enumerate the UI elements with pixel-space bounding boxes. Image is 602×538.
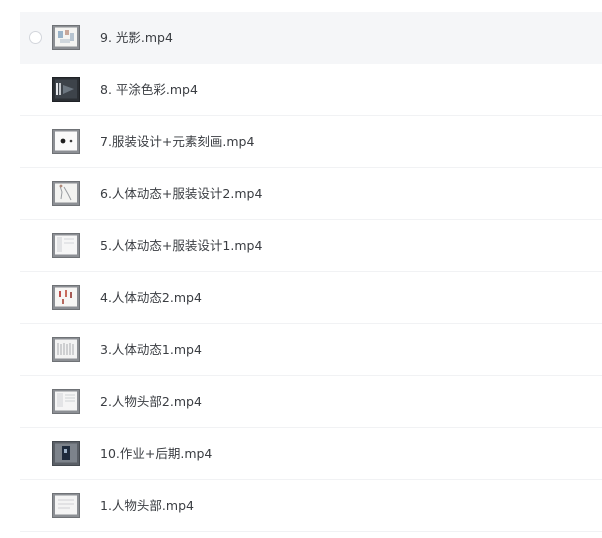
file-name[interactable]: 2.人物头部2.mp4	[100, 376, 202, 428]
file-name[interactable]: 5.人体动态+服装设计1.mp4	[100, 220, 262, 272]
file-name[interactable]: 7.服装设计+元素刻画.mp4	[100, 116, 254, 168]
file-name[interactable]: 3.人体动态1.mp4	[100, 324, 202, 376]
video-thumbnail-icon	[52, 493, 80, 518]
file-list: 9. 光影.mp4 8. 平涂色彩.mp4 7.服装设计+元素刻画.mp4 6.…	[20, 12, 602, 532]
file-row[interactable]: 7.服装设计+元素刻画.mp4	[20, 116, 602, 168]
file-row[interactable]: 1.人物头部.mp4	[20, 480, 602, 532]
file-row[interactable]: 9. 光影.mp4	[20, 12, 602, 64]
file-row[interactable]: 10.作业+后期.mp4	[20, 428, 602, 480]
file-row[interactable]: 6.人体动态+服装设计2.mp4	[20, 168, 602, 220]
file-name[interactable]: 6.人体动态+服装设计2.mp4	[100, 168, 262, 220]
video-thumbnail-icon	[52, 77, 80, 102]
file-name[interactable]: 9. 光影.mp4	[100, 12, 173, 64]
video-thumbnail-icon	[52, 389, 80, 414]
file-row[interactable]: 5.人体动态+服装设计1.mp4	[20, 220, 602, 272]
select-checkbox[interactable]	[29, 31, 42, 44]
video-thumbnail-icon	[52, 441, 80, 466]
file-name[interactable]: 10.作业+后期.mp4	[100, 428, 212, 480]
video-thumbnail-icon	[52, 337, 80, 362]
video-thumbnail-icon	[52, 285, 80, 310]
file-row[interactable]: 2.人物头部2.mp4	[20, 376, 602, 428]
file-name[interactable]: 4.人体动态2.mp4	[100, 272, 202, 324]
video-thumbnail-icon	[52, 25, 80, 50]
file-row[interactable]: 8. 平涂色彩.mp4	[20, 64, 602, 116]
file-name[interactable]: 8. 平涂色彩.mp4	[100, 64, 198, 116]
file-name[interactable]: 1.人物头部.mp4	[100, 480, 194, 532]
video-thumbnail-icon	[52, 181, 80, 206]
file-row[interactable]: 3.人体动态1.mp4	[20, 324, 602, 376]
video-thumbnail-icon	[52, 233, 80, 258]
video-thumbnail-icon	[52, 129, 80, 154]
file-row[interactable]: 4.人体动态2.mp4	[20, 272, 602, 324]
